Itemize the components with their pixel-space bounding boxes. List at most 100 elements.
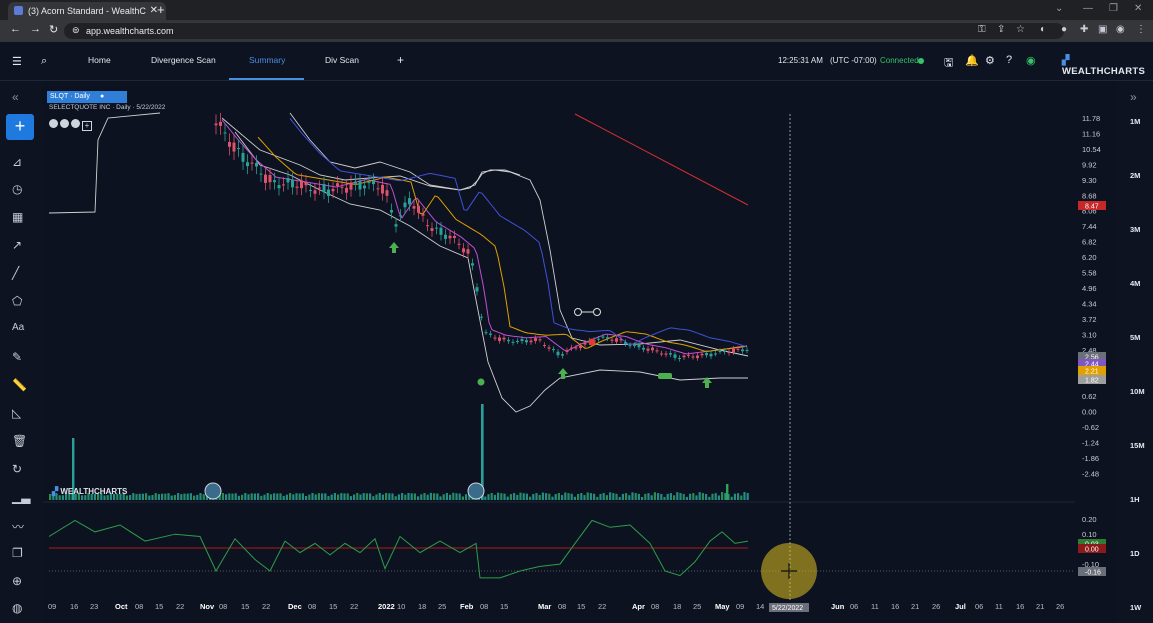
tab-search-icon[interactable]: ⌄: [1055, 3, 1063, 14]
line-tool-icon[interactable]: ╱: [12, 266, 19, 280]
volume-bar: [253, 493, 256, 500]
volume-bar: [314, 494, 317, 500]
oscillator-pane: [43, 501, 1075, 579]
bookmark-star-icon[interactable]: ☆: [1016, 24, 1025, 35]
address-bar[interactable]: ⊜ app.wealthcharts.com: [64, 23, 1064, 39]
idea-bulb-icon[interactable]: ◉: [1026, 54, 1036, 67]
settings-gear-icon[interactable]: ⚙: [985, 54, 995, 67]
sidepanel-icon[interactable]: ▣: [1098, 24, 1107, 35]
profile-avatar[interactable]: ◉: [1116, 24, 1125, 35]
interval-15m[interactable]: 15M: [1130, 441, 1145, 450]
target-icon[interactable]: ⊕: [12, 574, 22, 588]
tab-title: (3) Acorn Standard - WealthChar: [28, 6, 146, 16]
collapse-right-icon[interactable]: »: [1130, 90, 1137, 104]
site-info-icon[interactable]: ⊜: [72, 25, 80, 36]
trend-icon[interactable]: ↗: [12, 238, 22, 252]
interval-1w[interactable]: 1W: [1130, 603, 1141, 612]
tab-div-scan[interactable]: Div Scan: [325, 55, 359, 65]
candle-body: [286, 177, 290, 183]
time-axis-label: 23: [90, 602, 98, 611]
tab-home[interactable]: Home: [88, 55, 111, 65]
window-close-icon[interactable]: ✕: [1134, 3, 1142, 14]
alerts-bell-icon[interactable]: 🔔: [965, 54, 979, 67]
globe-icon[interactable]: ◍: [12, 601, 22, 615]
eye-icon[interactable]: [49, 119, 58, 128]
refresh-icon[interactable]: ↻: [12, 462, 22, 476]
tab-divergence-scan[interactable]: Divergence Scan: [151, 55, 216, 65]
ruler-icon[interactable]: 📏: [12, 378, 27, 392]
candle-body: [264, 174, 267, 183]
candle-body: [565, 350, 569, 352]
interval-1h[interactable]: 1H: [1130, 495, 1140, 504]
hamburger-menu-icon[interactable]: ☰: [12, 55, 22, 68]
chart-type-icon[interactable]: ⊿: [12, 155, 22, 169]
candle-body: [345, 187, 348, 193]
key-icon[interactable]: ⚿: [978, 24, 986, 35]
help-icon[interactable]: ?: [1006, 54, 1012, 66]
interval-4m[interactable]: 4M: [1130, 279, 1140, 288]
volume-bar: [503, 493, 506, 500]
layers-icon[interactable]: ❐: [12, 546, 23, 560]
candle-body: [520, 338, 524, 342]
save-icon[interactable]: 🖫: [944, 54, 953, 73]
volume-bar: [487, 494, 490, 500]
history-clock-icon[interactable]: ◷: [12, 182, 22, 196]
minimize-icon[interactable]: —: [1083, 3, 1093, 14]
restore-icon[interactable]: ❐: [1109, 3, 1118, 14]
browser-menu-icon[interactable]: ⋮: [1136, 24, 1146, 35]
volume-bar: [682, 493, 685, 500]
interval-1m[interactable]: 1M: [1130, 117, 1140, 126]
shape-tool-icon[interactable]: ⬠: [12, 294, 22, 308]
candle-body: [268, 174, 272, 183]
trash-icon[interactable]: 🗑: [12, 434, 27, 448]
oscillator-icon[interactable]: 〰: [12, 518, 24, 535]
search-icon[interactable]: ⌕: [41, 55, 47, 68]
up-icon[interactable]: [71, 119, 80, 128]
volume-bar: [484, 496, 487, 500]
candle-body: [291, 179, 294, 188]
back-icon[interactable]: ←: [10, 23, 21, 35]
symbol-badge[interactable]: SLQT · Daily ●: [47, 91, 127, 103]
volume-bar: [225, 494, 228, 500]
puzzle-icon[interactable]: ✚: [1080, 24, 1088, 35]
volume-bar: [548, 493, 551, 500]
forward-icon[interactable]: →: [30, 23, 41, 35]
interval-2m[interactable]: 2M: [1130, 171, 1140, 180]
text-tool-icon[interactable]: Aa: [12, 322, 24, 333]
reload-icon[interactable]: ↻: [49, 23, 58, 36]
collapse-left-icon[interactable]: «: [12, 90, 19, 104]
time-axis-label: Oct: [115, 602, 128, 611]
volume-bar: [138, 493, 141, 500]
price-chart[interactable]: 11.7811.1610.549.929.308.688.067.446.826…: [43, 88, 1113, 616]
moving-averages: [221, 113, 749, 355]
time-axis-label: 21: [911, 602, 919, 611]
volume-bar: [609, 492, 612, 500]
candle-body: [700, 353, 704, 356]
settings-icon[interactable]: [60, 119, 69, 128]
indicator-chart-icon[interactable]: ▁▃: [12, 490, 30, 504]
calendar-icon[interactable]: ▦: [12, 210, 23, 224]
new-tab-icon[interactable]: +: [157, 2, 165, 17]
tab-summary[interactable]: Summary: [249, 55, 285, 65]
timezone[interactable]: (UTC -07:00): [830, 56, 877, 65]
browser-tab[interactable]: (3) Acorn Standard - WealthChar ✕: [8, 2, 166, 20]
add-study-icon[interactable]: +: [82, 121, 92, 131]
interval-10m[interactable]: 10M: [1130, 387, 1145, 396]
extension-badge-icon[interactable]: ●: [1061, 24, 1067, 35]
share-icon[interactable]: ⇪: [997, 24, 1005, 35]
volume-bar: [151, 494, 154, 500]
interval-5m[interactable]: 5M: [1130, 333, 1140, 342]
measure-icon[interactable]: ◺: [12, 406, 21, 420]
extension-icon[interactable]: ◐: [1040, 24, 1046, 35]
add-indicator-button[interactable]: +: [6, 114, 34, 140]
price-axis-label: 6.82: [1082, 238, 1097, 247]
pencil-icon[interactable]: ✎: [12, 350, 22, 364]
volume-bar: [660, 493, 663, 500]
add-tab-icon[interactable]: +: [397, 53, 404, 67]
interval-1d[interactable]: 1D: [1130, 549, 1140, 558]
candle-body: [660, 353, 663, 355]
interval-3m[interactable]: 3M: [1130, 225, 1140, 234]
volume-bar: [445, 493, 448, 500]
volume-bar: [231, 493, 234, 500]
time-axis-label: 21: [1036, 602, 1044, 611]
